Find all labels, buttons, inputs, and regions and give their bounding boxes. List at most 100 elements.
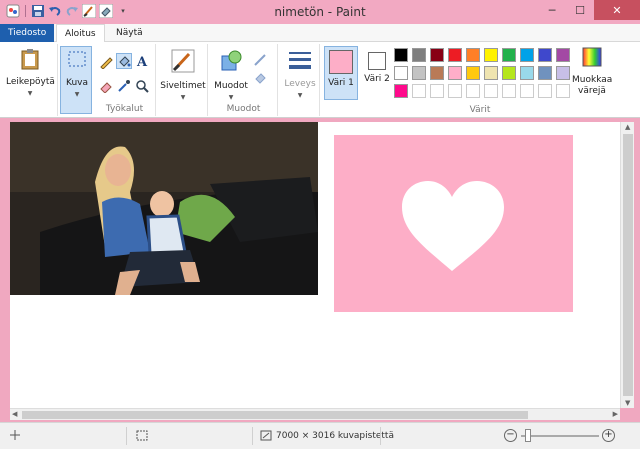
tools-group-label: Työkalut bbox=[105, 104, 144, 114]
ribbon-tabs: Tiedosto Aloitus Näytä bbox=[0, 24, 640, 43]
zoom-slider-track[interactable] bbox=[521, 435, 599, 437]
eraser-icon[interactable] bbox=[98, 78, 114, 94]
palette-swatch[interactable] bbox=[520, 84, 534, 98]
clipboard-icon bbox=[21, 49, 39, 70]
palette-swatch[interactable] bbox=[412, 48, 426, 62]
color1-swatch bbox=[329, 50, 353, 74]
canvas-area[interactable] bbox=[10, 122, 620, 408]
color1-button[interactable]: Väri 1 bbox=[324, 46, 358, 100]
palette-swatch[interactable] bbox=[466, 48, 480, 62]
status-separator bbox=[380, 427, 381, 445]
zoom-out-button[interactable]: − bbox=[504, 429, 517, 442]
palette-swatch[interactable] bbox=[412, 84, 426, 98]
scroll-left-icon[interactable]: ◀ bbox=[12, 410, 17, 418]
image-size-icon bbox=[260, 430, 272, 441]
palette-swatch[interactable] bbox=[484, 84, 498, 98]
tab-view[interactable]: Näytä bbox=[108, 24, 151, 42]
text-tool-icon[interactable]: A bbox=[134, 54, 150, 70]
brushes-button[interactable]: Siveltimet ▼ bbox=[160, 48, 206, 103]
pasted-photo[interactable] bbox=[10, 122, 318, 295]
brushes-dropdown-icon: ▼ bbox=[180, 94, 186, 101]
tab-file[interactable]: Tiedosto bbox=[0, 24, 54, 42]
fill-shape-icon[interactable] bbox=[252, 70, 268, 86]
title-bar: ▾ nimetön - Paint ─ ☐ ✕ bbox=[0, 0, 640, 24]
size-label: Leveys bbox=[284, 79, 316, 89]
palette-swatch[interactable] bbox=[448, 48, 462, 62]
palette-swatch[interactable] bbox=[556, 84, 570, 98]
palette-swatch[interactable] bbox=[502, 66, 516, 80]
palette-swatch[interactable] bbox=[538, 84, 552, 98]
palette-swatch[interactable] bbox=[466, 84, 480, 98]
color2-button[interactable]: Väri 2 bbox=[360, 46, 394, 100]
image-dropdown-icon: ▼ bbox=[74, 91, 80, 98]
heart-shape bbox=[402, 181, 504, 271]
brushes-group: Siveltimet ▼ bbox=[158, 44, 208, 116]
color2-swatch bbox=[368, 52, 386, 70]
cursor-position bbox=[10, 430, 20, 440]
palette-swatch[interactable] bbox=[448, 84, 462, 98]
rainbow-palette-icon bbox=[582, 47, 602, 67]
pink-heart-card[interactable] bbox=[334, 135, 573, 312]
palette-swatch[interactable] bbox=[484, 48, 498, 62]
selection-size bbox=[136, 430, 148, 441]
palette-swatch[interactable] bbox=[538, 66, 552, 80]
minimize-button[interactable]: ─ bbox=[538, 0, 566, 20]
tab-home[interactable]: Aloitus bbox=[56, 24, 105, 43]
ribbon: Leikepöytä ▼ Kuva ▼ A Työkalut Siveltime… bbox=[0, 42, 640, 118]
palette-swatch[interactable] bbox=[502, 84, 516, 98]
edit-colors-label: Muokkaa värejä bbox=[572, 75, 613, 96]
palette-swatch[interactable] bbox=[556, 66, 570, 80]
palette-swatch[interactable] bbox=[430, 48, 444, 62]
palette-swatch[interactable] bbox=[466, 66, 480, 80]
shapes-button[interactable]: Muodot ▼ bbox=[212, 48, 250, 103]
vertical-scrollbar[interactable]: ▲ ▼ bbox=[620, 122, 634, 408]
status-separator bbox=[126, 427, 127, 445]
tools-group: A Työkalut bbox=[94, 44, 156, 116]
maximize-button[interactable]: ☐ bbox=[566, 0, 594, 20]
size-group: Leveys ▼ bbox=[280, 44, 320, 116]
clipboard-button[interactable]: Leikepöytä ▼ bbox=[6, 48, 55, 99]
horizontal-scroll-thumb[interactable] bbox=[22, 411, 528, 419]
palette-swatch[interactable] bbox=[394, 84, 408, 98]
image-button[interactable]: Kuva ▼ bbox=[63, 49, 91, 100]
zoom-in-button[interactable]: + bbox=[602, 429, 615, 442]
fill-icon[interactable] bbox=[116, 53, 132, 69]
image-size-text: 7000 × 3016 kuvapistettä bbox=[276, 430, 394, 441]
photo-illustration bbox=[10, 122, 318, 295]
vertical-scroll-thumb[interactable] bbox=[623, 134, 633, 396]
outline-icon[interactable] bbox=[252, 52, 268, 68]
palette-swatch[interactable] bbox=[484, 66, 498, 80]
palette-swatch[interactable] bbox=[502, 48, 516, 62]
scroll-right-icon[interactable]: ▶ bbox=[613, 410, 618, 418]
palette-swatch[interactable] bbox=[520, 48, 534, 62]
palette-swatch[interactable] bbox=[394, 66, 408, 80]
shapes-group-label: Muodot bbox=[226, 104, 261, 114]
palette-swatch[interactable] bbox=[412, 66, 426, 80]
color-picker-icon[interactable] bbox=[116, 78, 132, 94]
palette-swatch[interactable] bbox=[448, 66, 462, 80]
status-separator bbox=[252, 427, 253, 445]
palette-swatch[interactable] bbox=[430, 84, 444, 98]
size-dropdown-icon: ▼ bbox=[297, 92, 303, 99]
edit-colors-button[interactable]: Muokkaa värejä bbox=[572, 46, 612, 97]
shapes-dropdown-icon: ▼ bbox=[228, 94, 234, 101]
pencil-icon[interactable] bbox=[98, 54, 114, 70]
palette-swatch[interactable] bbox=[556, 48, 570, 62]
palette-swatch[interactable] bbox=[538, 48, 552, 62]
palette-swatch[interactable] bbox=[520, 66, 534, 80]
horizontal-scrollbar[interactable]: ◀ ▶ bbox=[10, 408, 620, 420]
size-button[interactable]: Leveys ▼ bbox=[282, 48, 318, 101]
scroll-up-icon[interactable]: ▲ bbox=[625, 123, 630, 131]
close-button[interactable]: ✕ bbox=[594, 0, 640, 20]
window-controls: ─ ☐ ✕ bbox=[538, 0, 640, 20]
palette-swatch[interactable] bbox=[430, 66, 444, 80]
line-width-icon bbox=[289, 52, 311, 69]
scroll-down-icon[interactable]: ▼ bbox=[625, 399, 630, 407]
clipboard-label: Leikepöytä bbox=[6, 77, 55, 87]
clipboard-group: Leikepöytä ▼ bbox=[2, 44, 58, 116]
brush-icon bbox=[171, 49, 195, 73]
color2-label: Väri 2 bbox=[364, 74, 390, 84]
magnifier-icon[interactable] bbox=[134, 78, 150, 94]
palette-swatch[interactable] bbox=[394, 48, 408, 62]
zoom-slider-thumb[interactable] bbox=[525, 429, 531, 442]
